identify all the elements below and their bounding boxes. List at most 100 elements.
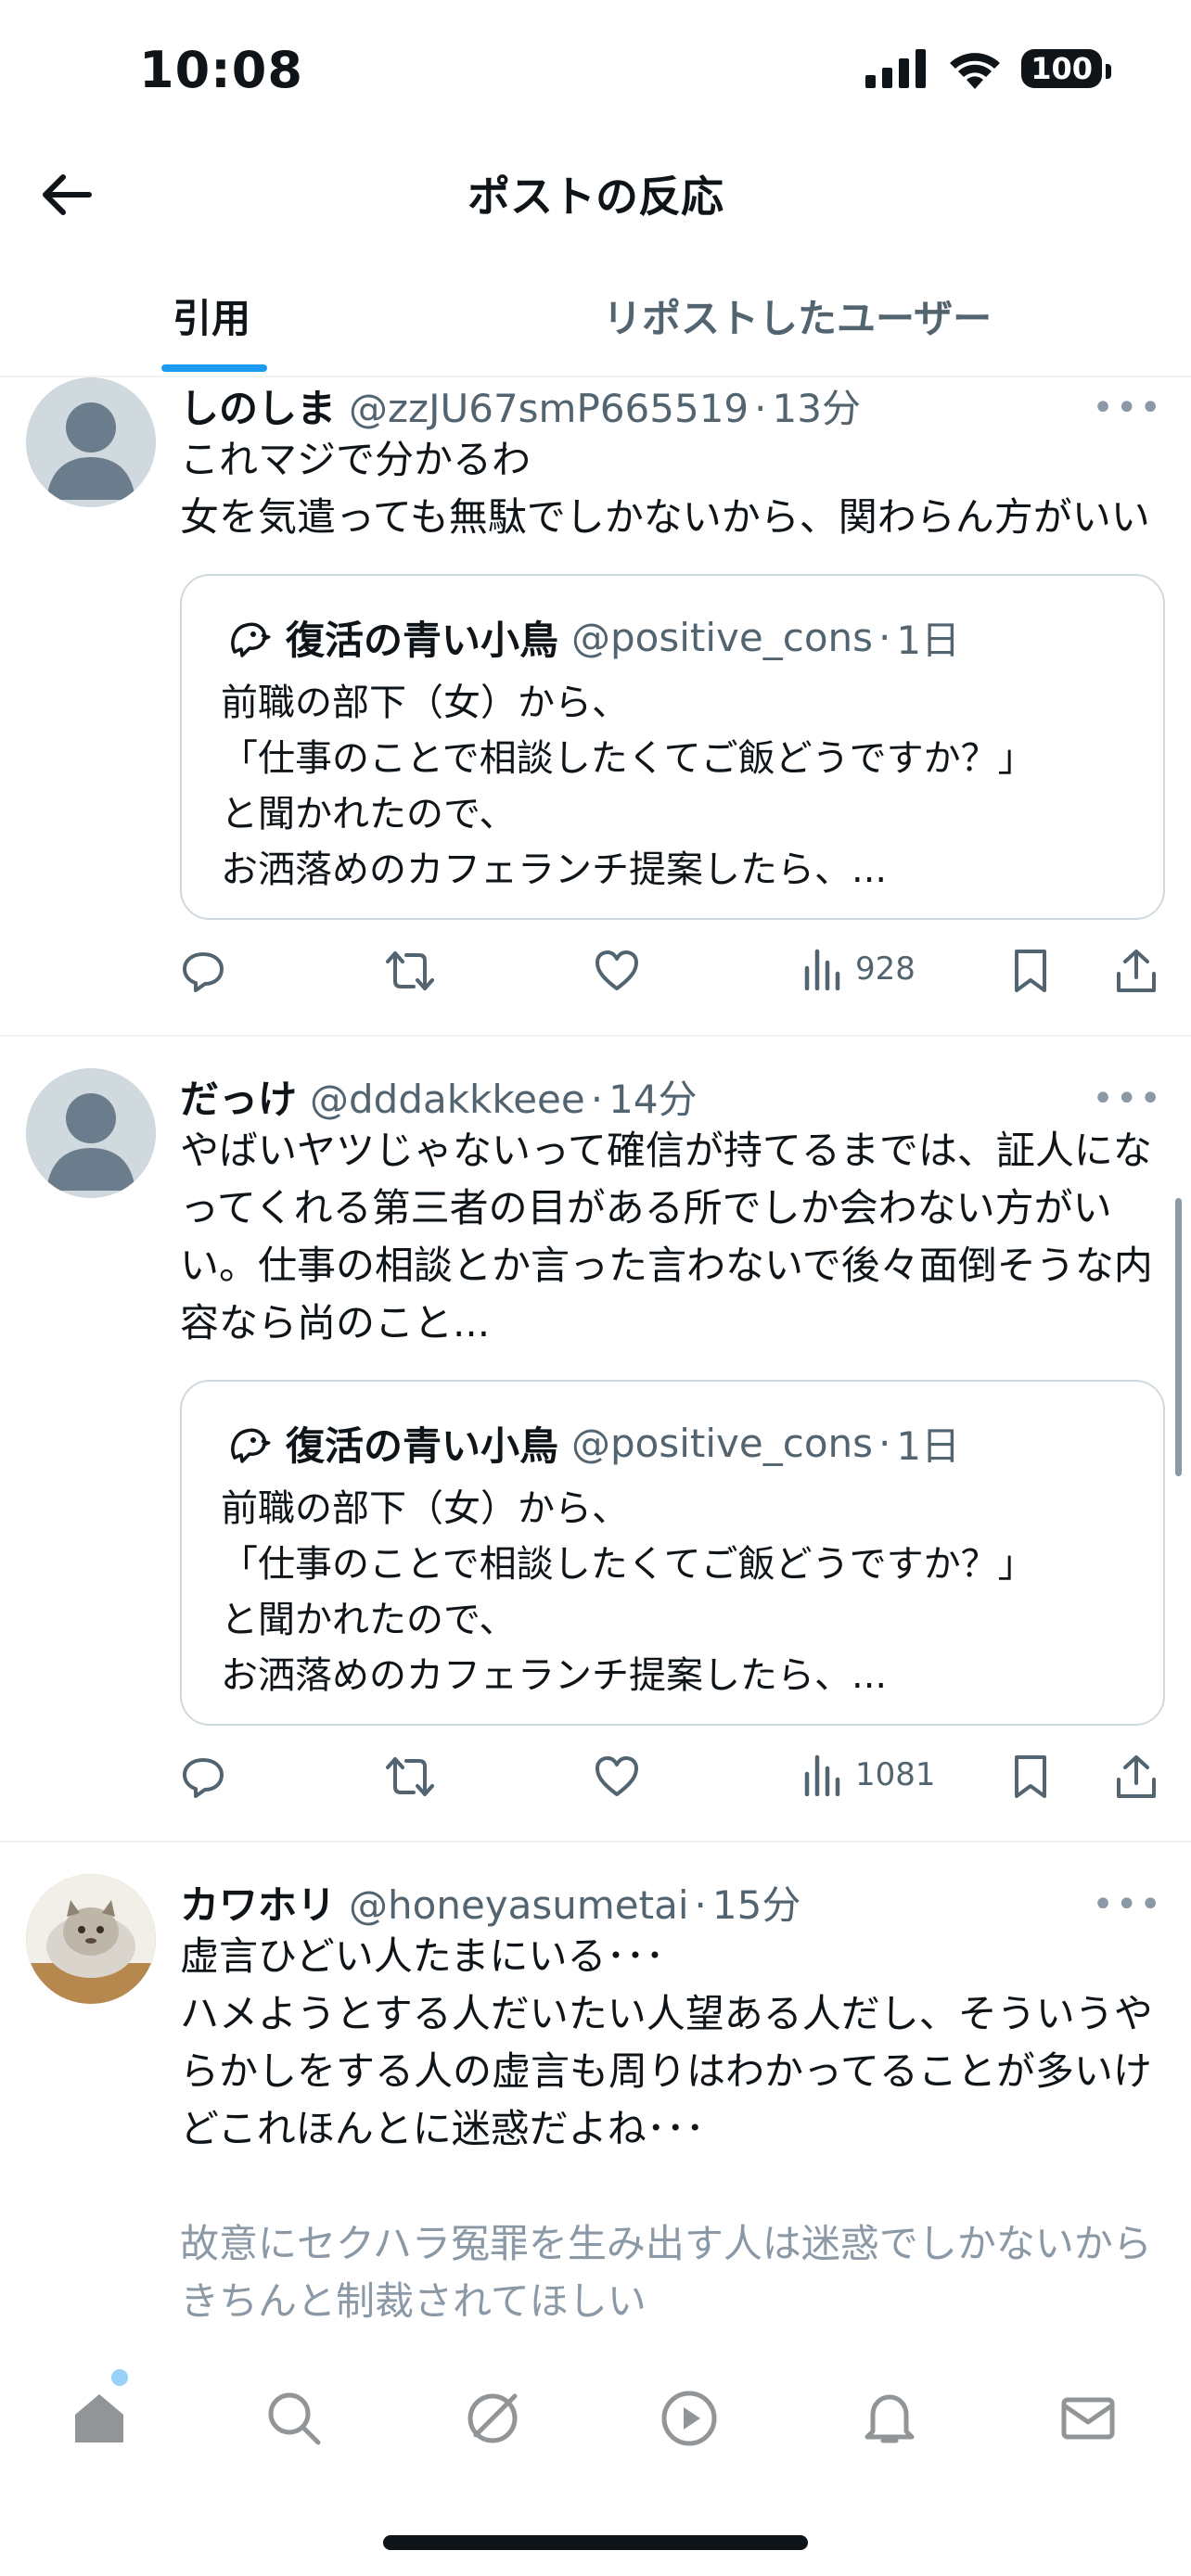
post-text: 虚言ひどい人たまにいる･･･ ハメようとする人だいたい人望ある人だし、そういうや… bbox=[180, 1933, 1153, 2151]
post-text: これマジで分かるわ 女を気遣っても無駄でしかないから、関わらん方がいい bbox=[180, 437, 1150, 540]
views-count: 928 bbox=[855, 950, 916, 988]
quoted-post-header: 復活の青い小鳥 @positive_cons · 1日 bbox=[221, 1415, 1126, 1472]
post-item[interactable]: ••• カワホリ @honeyasumetai · 15分 虚言ひどい人たまにい… bbox=[0, 1843, 1191, 2330]
avatar[interactable] bbox=[26, 1874, 156, 2004]
tab-reposted-users[interactable]: リポストしたユーザー bbox=[603, 287, 992, 344]
views-button[interactable]: 1081 bbox=[803, 1753, 936, 1796]
author-name[interactable]: だっけ bbox=[180, 1068, 297, 1125]
post-time: 13分 bbox=[772, 386, 861, 431]
separator-dot: · bbox=[754, 386, 767, 431]
battery-indicator: 100 bbox=[1021, 49, 1111, 88]
views-icon bbox=[804, 1754, 840, 1796]
repost-icon bbox=[386, 1757, 434, 1796]
reply-icon bbox=[183, 952, 224, 992]
cellular-signal-icon bbox=[865, 49, 927, 88]
cat-avatar-icon bbox=[26, 1874, 156, 2004]
heart-icon bbox=[596, 1756, 638, 1796]
share-icon bbox=[1117, 1755, 1156, 1798]
post-time: 14分 bbox=[608, 1077, 698, 1122]
page-title: ポストの反応 bbox=[467, 172, 724, 222]
header: ポストの反応 bbox=[0, 139, 1191, 241]
separator-dot: · bbox=[694, 1882, 707, 1928]
scrollbar[interactable] bbox=[1175, 1198, 1182, 1476]
nav-messages[interactable] bbox=[1046, 2377, 1130, 2460]
post-header: しのしま @zzJU67smP665519 · 13分 bbox=[180, 377, 1165, 431]
more-options-button[interactable]: ••• bbox=[1092, 1078, 1163, 1120]
quoted-author-name: 復活の青い小鳥 bbox=[286, 1423, 559, 1469]
post-actions: 928 bbox=[180, 920, 1165, 1035]
avatar[interactable] bbox=[26, 1068, 156, 1198]
tab-quotes[interactable]: 引用 bbox=[173, 287, 250, 344]
nav-search[interactable] bbox=[252, 2377, 336, 2460]
bird-avatar-icon bbox=[222, 611, 274, 664]
more-options-button[interactable]: ••• bbox=[1092, 387, 1163, 429]
status-time: 10:08 bbox=[139, 41, 303, 99]
quotes-feed: ••• しのしま @zzJU67smP665519 · 13分 これマジで分かる… bbox=[0, 377, 1191, 2330]
share-button[interactable] bbox=[1115, 948, 1158, 994]
messages-icon bbox=[1061, 2397, 1115, 2440]
views-count: 1081 bbox=[855, 1756, 936, 1793]
post-body: カワホリ @honeyasumetai · 15分 虚言ひどい人たまにいる･･･… bbox=[180, 1874, 1165, 2330]
bookmark-button[interactable] bbox=[1011, 948, 1050, 994]
quoted-post-text: 前職の部下（女）から、 「仕事のことで相談したくてご飯どうですか？」 と聞かれた… bbox=[221, 1487, 1035, 1697]
post-text-continued: 故意にセクハラ冤罪を生み出す人は迷惑でしかないからきちんと制裁されてほしい bbox=[180, 2221, 1152, 2324]
nav-home[interactable] bbox=[58, 2377, 141, 2460]
grok-icon bbox=[467, 2393, 518, 2443]
quoted-post-time: 1日 bbox=[896, 618, 961, 663]
bookmark-icon bbox=[1015, 1755, 1046, 1798]
bookmark-button[interactable] bbox=[1011, 1753, 1050, 1800]
author-name[interactable]: カワホリ bbox=[180, 1874, 336, 1931]
quoted-post[interactable]: 復活の青い小鳥 @positive_cons · 1日 前職の部下（女）から、 … bbox=[180, 574, 1165, 920]
reply-button[interactable] bbox=[180, 1753, 226, 1800]
post-text: やばいヤツじゃないって確信が持てるまでは、証人になってくれる第三者の目がある所で… bbox=[180, 1128, 1153, 1345]
quoted-post-header: 復活の青い小鳥 @positive_cons · 1日 bbox=[221, 609, 1126, 666]
home-notification-dot bbox=[111, 2369, 128, 2386]
home-indicator[interactable] bbox=[383, 2535, 808, 2550]
bookmark-icon bbox=[1015, 950, 1046, 992]
quoted-author-handle: @positive_cons bbox=[571, 1421, 874, 1466]
active-tab-indicator bbox=[161, 364, 267, 372]
bird-avatar-icon bbox=[222, 1417, 274, 1470]
quoted-author-name: 復活の青い小鳥 bbox=[286, 618, 559, 663]
like-button[interactable] bbox=[594, 948, 640, 994]
post-time: 15分 bbox=[711, 1882, 801, 1928]
share-button[interactable] bbox=[1115, 1753, 1158, 1800]
quoted-post-text: 前職の部下（女）から、 「仕事のことで相談したくてご飯どうですか？」 と聞かれた… bbox=[221, 682, 1035, 891]
post-item[interactable]: ••• しのしま @zzJU67smP665519 · 13分 これマジで分かる… bbox=[0, 377, 1191, 1037]
tab-bar: 引用 リポストしたユーザー bbox=[0, 260, 1191, 377]
repost-button[interactable] bbox=[384, 1753, 436, 1800]
post-body: だっけ @dddakkkeee · 14分 やばいヤツじゃないって確信が持てるま… bbox=[180, 1068, 1165, 1841]
separator-dot: · bbox=[878, 1421, 891, 1466]
post-body: しのしま @zzJU67smP665519 · 13分 これマジで分かるわ 女を… bbox=[180, 377, 1165, 1035]
heart-icon bbox=[596, 950, 638, 990]
search-icon bbox=[268, 2392, 321, 2445]
nav-video[interactable] bbox=[647, 2377, 731, 2460]
views-icon bbox=[804, 949, 840, 990]
separator-dot: · bbox=[878, 615, 891, 660]
home-icon bbox=[75, 2394, 123, 2442]
quoted-post[interactable]: 復活の青い小鳥 @positive_cons · 1日 前職の部下（女）から、 … bbox=[180, 1380, 1165, 1726]
quoted-author-handle: @positive_cons bbox=[571, 615, 874, 660]
video-icon bbox=[661, 2391, 717, 2446]
wifi-icon bbox=[950, 53, 1001, 89]
nav-notifications[interactable] bbox=[848, 2377, 931, 2460]
author-name[interactable]: しのしま bbox=[180, 377, 336, 434]
author-handle[interactable]: @dddakkkeee bbox=[310, 1077, 585, 1122]
avatar[interactable] bbox=[26, 377, 156, 507]
reply-icon bbox=[183, 1758, 224, 1798]
status-icons: 100 bbox=[865, 48, 1111, 89]
post-item[interactable]: ••• だっけ @dddakkkeee · 14分 やばいヤツじゃないって確信が… bbox=[0, 1037, 1191, 1843]
repost-icon bbox=[386, 951, 434, 990]
reply-button[interactable] bbox=[180, 948, 226, 994]
more-options-button[interactable]: ••• bbox=[1092, 1883, 1163, 1926]
like-button[interactable] bbox=[594, 1753, 640, 1800]
default-avatar-icon bbox=[26, 1068, 156, 1198]
post-header: だっけ @dddakkkeee · 14分 bbox=[180, 1068, 1165, 1122]
status-bar: 10:08 100 bbox=[0, 0, 1191, 139]
views-button[interactable]: 928 bbox=[803, 948, 916, 990]
nav-grok[interactable] bbox=[451, 2377, 534, 2460]
author-handle[interactable]: @honeyasumetai bbox=[349, 1882, 689, 1928]
repost-button[interactable] bbox=[384, 948, 436, 994]
author-handle[interactable]: @zzJU67smP665519 bbox=[349, 386, 749, 431]
post-actions: 1081 bbox=[180, 1726, 1165, 1841]
